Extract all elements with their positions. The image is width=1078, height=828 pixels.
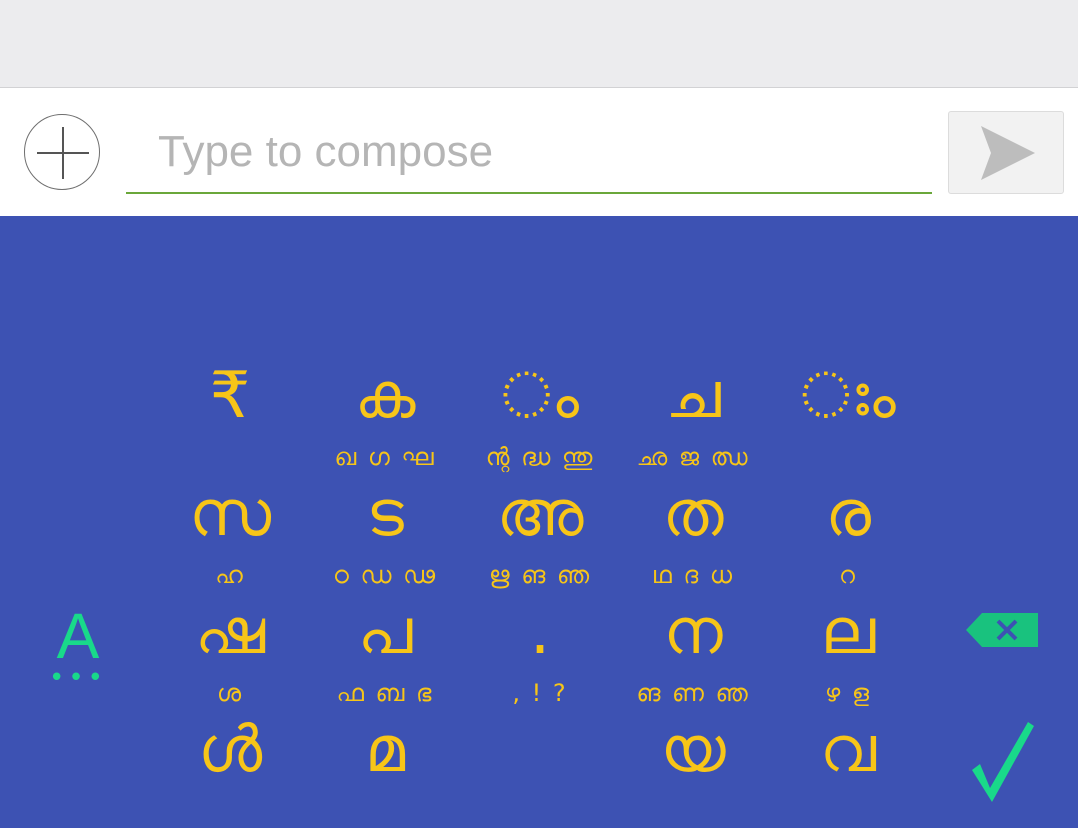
enter-key[interactable]: [966, 714, 1036, 804]
key-main-label: ല: [820, 595, 876, 669]
checkmark-icon: [972, 722, 1034, 802]
malayalam-keyboard: ₹ ക ഖ ഗ ഘ ം ന്റ ദ്ധ ന്തു ച ഛ ജ ഝ ഃം സ ഹ …: [0, 216, 1078, 808]
key-space[interactable]: [465, 710, 615, 828]
key-alt-labels: ന്റ ദ്ധ ന്തു: [485, 443, 595, 471]
key-visarga[interactable]: ഃം: [773, 356, 923, 474]
key-main-label: അ: [496, 477, 584, 551]
key-rupee[interactable]: ₹: [155, 356, 305, 474]
key-ya[interactable]: യ: [618, 710, 768, 828]
key-ssa[interactable]: ഷ ശ: [155, 592, 305, 710]
backspace-key[interactable]: [962, 609, 1042, 651]
backspace-icon: [966, 613, 1038, 647]
key-ca[interactable]: ച ഛ ജ ഝ: [618, 356, 768, 474]
key-na[interactable]: ന ങ ണ ഞ: [618, 592, 768, 710]
key-ka[interactable]: ക ഖ ഗ ഘ: [310, 356, 460, 474]
key-main-label: ₹: [209, 359, 251, 433]
key-alt-labels: ഹ: [215, 561, 245, 589]
key-alt-labels: ഥ ദ ധ: [651, 561, 735, 589]
key-main-label: യ: [660, 713, 726, 787]
key-alt-labels: ഋ ങ ഞ: [488, 561, 592, 589]
key-tta[interactable]: ട ഠ ഡ ഢ: [310, 474, 460, 592]
send-icon: [981, 126, 1035, 180]
add-attachment-button[interactable]: [24, 114, 100, 190]
key-period[interactable]: . , ! ?: [465, 592, 615, 710]
key-main-label: ട: [366, 477, 404, 551]
key-main-label: ൾ: [197, 713, 263, 787]
key-alt-labels: [155, 440, 305, 474]
key-pa[interactable]: പ ഫ ബ ഭ: [310, 592, 460, 710]
key-main-label: പ: [357, 595, 413, 669]
key-main-label: [465, 710, 615, 790]
key-main-label: .: [529, 595, 551, 669]
key-main-label: ര: [825, 477, 871, 551]
key-alt-labels: ഫ ബ ഭ: [336, 679, 434, 707]
key-main-label: ഃം: [800, 359, 896, 433]
key-main-label: ച: [665, 359, 721, 433]
key-ra[interactable]: ര റ: [773, 474, 923, 592]
key-main-label: മ: [364, 713, 406, 787]
key-main-label: വ: [819, 713, 877, 787]
key-main-label: ഷ: [194, 595, 266, 669]
language-key-label: A: [56, 600, 100, 672]
key-ma[interactable]: മ: [310, 710, 460, 828]
send-button[interactable]: [948, 111, 1064, 194]
language-switch-key[interactable]: A •••: [40, 601, 116, 691]
key-ta[interactable]: ത ഥ ദ ധ: [618, 474, 768, 592]
key-a[interactable]: അ ഋ ങ ഞ: [465, 474, 615, 592]
key-alt-labels: ഛ ജ ഝ: [636, 443, 750, 471]
key-alt-labels: ഴ ള: [824, 679, 872, 707]
key-alt-labels: റ: [839, 561, 857, 589]
key-sa[interactable]: സ ഹ: [155, 474, 305, 592]
key-alt-labels: ശ: [216, 679, 244, 707]
key-main-label: സ: [188, 477, 272, 551]
key-alt-labels: ഠ ഡ ഢ: [332, 561, 438, 589]
key-alt-labels: ങ ണ ഞ: [636, 679, 750, 707]
key-anusvara[interactable]: ം ന്റ ദ്ധ ന്തു: [465, 356, 615, 474]
key-alt-labels: ഖ ഗ ഘ: [334, 443, 436, 471]
key-alt-labels: [773, 440, 923, 474]
language-key-dots: •••: [48, 663, 107, 693]
status-bar: [0, 0, 1078, 88]
key-main-label: ക: [354, 359, 416, 433]
key-main-label: ന: [663, 595, 723, 669]
compose-bar: [0, 88, 1078, 216]
key-va[interactable]: വ: [773, 710, 923, 828]
key-ll-chillu[interactable]: ൾ: [155, 710, 305, 828]
key-la[interactable]: ല ഴ ള: [773, 592, 923, 710]
key-main-label: ത: [662, 477, 724, 551]
key-alt-labels: , ! ?: [512, 679, 568, 707]
key-main-label: ം: [500, 359, 580, 433]
plus-icon: [37, 127, 89, 179]
compose-input[interactable]: [126, 112, 932, 194]
